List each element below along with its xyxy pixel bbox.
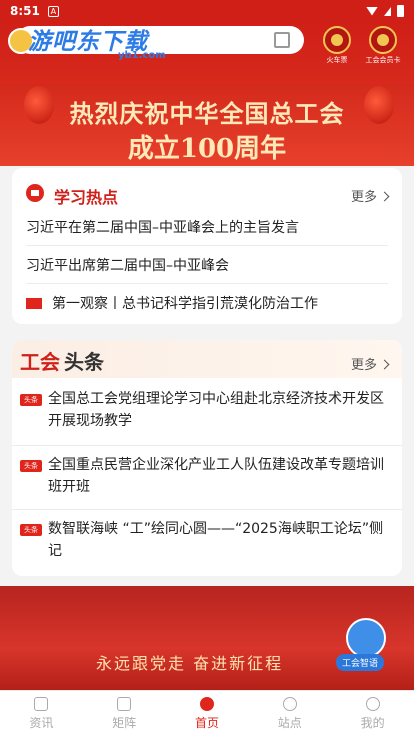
tab-profile[interactable]: 我的 [331, 691, 414, 736]
slogan-text: 永远跟党走 奋进新征程 [96, 654, 284, 673]
ticket-label: 火车票 [326, 56, 348, 64]
watermark-sub: yb1.com [118, 50, 166, 61]
study-item-text: 第一观察丨总书记科学指引荒漠化防治工作 [52, 296, 318, 312]
notification-icon: A [47, 5, 59, 17]
assistant-label: 工会智语 [336, 654, 385, 671]
tab-home[interactable]: 首页 [166, 691, 249, 736]
bottom-tab-bar: 资讯 矩阵 首页 站点 我的 [0, 690, 414, 736]
tab-matrix[interactable]: 矩阵 [83, 691, 166, 736]
scan-icon[interactable] [274, 32, 290, 48]
assistant-button[interactable]: 工会智语 [336, 618, 404, 674]
member-card-label: 工会会员卡 [365, 56, 401, 64]
study-header: 学习热点 更多 [12, 168, 402, 208]
news-title: 全国总工会党组理论学习中心组赴北京经济技术开发区开展现场教学 [48, 391, 384, 429]
station-icon [282, 696, 297, 711]
battery-icon [397, 5, 404, 17]
study-item-text: 习近平在第二届中国–中亚峰会上的主旨发言 [26, 219, 299, 236]
tab-label: 我的 [360, 715, 385, 730]
home-icon [199, 696, 214, 711]
tab-label: 首页 [194, 715, 219, 730]
news-item[interactable]: 头条 数智联海峡 “工”绘同心圆——“2025海峡职工论坛”侧记 [12, 510, 402, 576]
robot-icon [346, 618, 386, 658]
status-bar: 8:51 A [0, 0, 414, 22]
tab-label: 资讯 [29, 715, 54, 730]
union-title-part1: 工会 [20, 350, 60, 374]
union-more-link[interactable]: 更多 [351, 354, 388, 373]
news-title: 全国重点民营企业深化产业工人队伍建设改革专题培训班开班 [48, 457, 384, 495]
tab-station[interactable]: 站点 [248, 691, 331, 736]
tab-label: 站点 [277, 715, 302, 730]
headline-tag-icon: 头条 [20, 460, 42, 472]
book-icon [26, 184, 44, 202]
member-card-icon [369, 26, 397, 54]
wifi-icon [366, 6, 378, 16]
news-icon [34, 696, 49, 711]
study-hotspot-card: 学习热点 更多 习近平在第二届中国–中亚峰会上的主旨发言 习近平出席第二届中国–… [12, 168, 402, 324]
headline-tag-icon: 头条 [20, 524, 42, 536]
matrix-icon [117, 696, 132, 711]
profile-icon [365, 696, 380, 711]
ticket-icon [323, 26, 351, 54]
banner-line2: 成立100周年 [127, 134, 287, 164]
tab-news[interactable]: 资讯 [0, 691, 83, 736]
study-title: 学习热点 [54, 188, 119, 207]
news-title: 数智联海峡 “工”绘同心圆——“2025海峡职工论坛”侧记 [48, 521, 384, 559]
study-item[interactable]: 习近平在第二届中国–中亚峰会上的主旨发言 [26, 208, 388, 246]
news-item[interactable]: 头条 全国重点民营企业深化产业工人队伍建设改革专题培训班开班 [12, 446, 402, 510]
signal-icon [384, 6, 391, 16]
news-item[interactable]: 头条 全国总工会党组理论学习中心组赴北京经济技术开发区开展现场教学 [12, 380, 402, 446]
headline-tag-icon: 头条 [20, 394, 42, 406]
study-item[interactable]: 习近平出席第二届中国–中亚峰会 [26, 246, 388, 284]
union-title-part2: 头条 [64, 350, 104, 374]
union-headlines-card: 工会 头条 更多 头条 全国总工会党组理论学习中心组赴北京经济技术开发区开展现场… [12, 340, 402, 576]
union-header: 工会 头条 更多 [12, 340, 402, 378]
member-card-button[interactable]: 工会会员卡 [365, 26, 401, 65]
observe-tag-icon [26, 297, 42, 309]
banner-line1: 热烈庆祝中华全国总工会 [69, 99, 345, 128]
study-item[interactable]: 第一观察丨总书记科学指引荒漠化防治工作 [26, 284, 388, 322]
status-time: 8:51 [10, 4, 40, 18]
study-item-text: 习近平出席第二届中国–中亚峰会 [26, 257, 229, 274]
ticket-button[interactable]: 火车票 [320, 26, 354, 65]
tab-label: 矩阵 [112, 715, 137, 730]
status-indicators [366, 5, 404, 17]
app-header: 游吧东下载 yb1.com 火车票 工会会员卡 [0, 22, 414, 84]
study-more-link[interactable]: 更多 [351, 186, 388, 205]
anniversary-banner[interactable]: 热烈庆祝中华全国总工会 成立100周年 [0, 84, 414, 166]
